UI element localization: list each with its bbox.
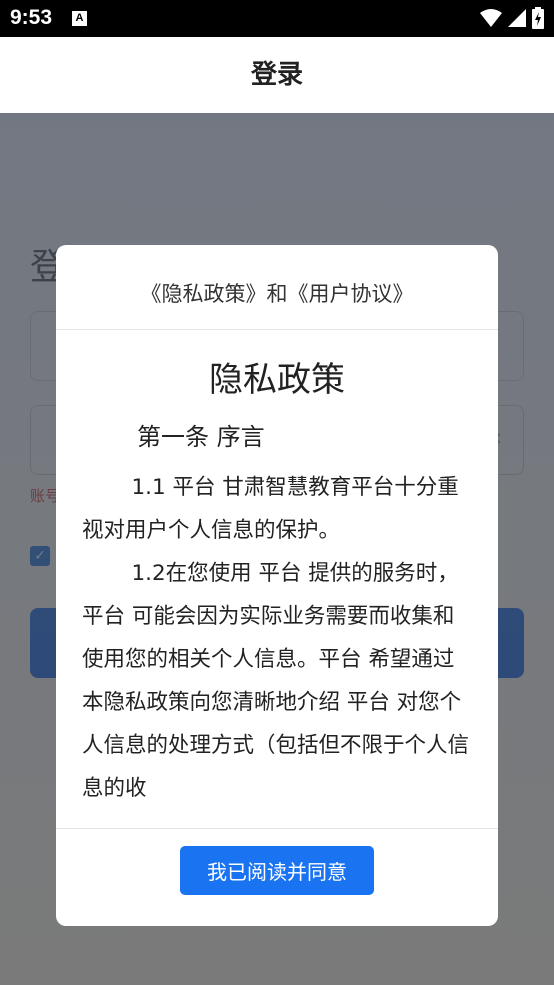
status-bar: 9:53 A [0,0,554,37]
policy-heading: 隐私政策 [209,360,345,400]
dialog-body[interactable]: 隐私政策 第一条 序言 1.1 平台 甘肃智慧教育平台十分重视对用户个人信息的保… [56,330,498,828]
page-title: 登录 [0,37,554,113]
dialog-footer: 我已阅读并同意 [56,828,498,926]
agree-button[interactable]: 我已阅读并同意 [180,846,374,895]
policy-paragraph: 1.2在您使用 平台 提供的服务时， 平台 可能会因为实际业务需要而收集和使用您… [82,561,470,801]
policy-paragraph: 1.1 平台 甘肃智慧教育平台十分重视对用户个人信息的保护。 [82,475,459,543]
status-time: 9:53 [10,6,53,29]
battery-icon [532,7,544,29]
privacy-dialog: 《隐私政策》和《用户协议》 隐私政策 第一条 序言 1.1 平台 甘肃智慧教育平… [56,245,498,926]
notification-icon: A [72,11,87,26]
dialog-title: 《隐私政策》和《用户协议》 [56,245,498,330]
wifi-icon [480,9,502,27]
status-icons [480,7,544,29]
policy-section: 第一条 序言 [137,423,265,451]
signal-icon [508,9,526,27]
